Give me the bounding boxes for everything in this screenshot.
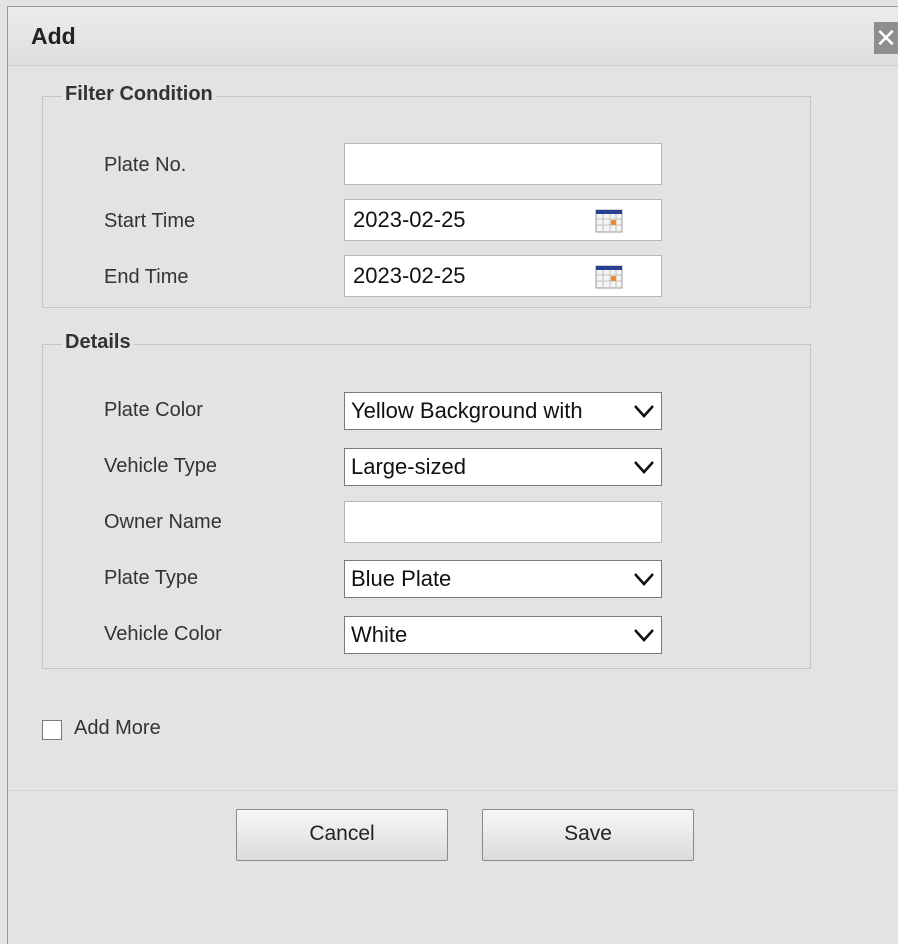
details-legend: Details — [62, 331, 134, 354]
plate-type-select[interactable]: Blue Plate — [344, 560, 662, 598]
start-time-value: 2023-02-25 — [353, 207, 466, 232]
vehicle-color-select[interactable]: White — [344, 616, 662, 654]
dialog-title: Add — [31, 23, 76, 49]
chevron-down-icon — [634, 461, 654, 474]
vehicle-color-label: Vehicle Color — [104, 623, 222, 645]
start-time-label: Start Time — [104, 210, 196, 232]
start-time-input[interactable]: 2023-02-25 — [344, 199, 662, 241]
vehicle-type-select[interactable]: Large-sized — [344, 448, 662, 486]
add-more-checkbox[interactable] — [42, 720, 62, 740]
vehicle-type-label: Vehicle Type — [104, 455, 218, 477]
end-time-value: 2023-02-25 — [353, 263, 466, 288]
chevron-down-icon — [634, 629, 654, 642]
add-more-label[interactable]: Add More — [74, 717, 161, 740]
close-button[interactable]: ✕ — [874, 22, 898, 54]
save-button[interactable]: Save — [482, 809, 694, 861]
calendar-icon[interactable] — [595, 209, 623, 233]
chevron-down-icon — [634, 405, 654, 418]
add-dialog: Add ✕ Filter Condition Plate No. Start T… — [7, 6, 898, 944]
close-icon: ✕ — [875, 23, 897, 53]
end-time-label: End Time — [104, 266, 189, 288]
plate-color-value: Yellow Background with — [351, 398, 583, 423]
vehicle-color-value: White — [351, 622, 408, 647]
owner-name-input[interactable] — [344, 501, 662, 543]
plate-no-input[interactable] — [344, 143, 662, 185]
plate-type-label: Plate Type — [104, 567, 199, 589]
dialog-titlebar: Add — [8, 7, 898, 66]
plate-color-select[interactable]: Yellow Background with — [344, 392, 662, 430]
end-time-input[interactable]: 2023-02-25 — [344, 255, 662, 297]
chevron-down-icon — [634, 573, 654, 586]
plate-color-label: Plate Color — [104, 399, 203, 421]
plate-no-label: Plate No. — [104, 154, 187, 176]
cancel-button[interactable]: Cancel — [236, 809, 448, 861]
plate-type-value: Blue Plate — [351, 566, 452, 591]
filter-condition-legend: Filter Condition — [62, 83, 216, 106]
footer-divider — [8, 790, 898, 791]
owner-name-label: Owner Name — [104, 511, 222, 533]
calendar-icon[interactable] — [595, 265, 623, 289]
vehicle-type-value: Large-sized — [351, 454, 466, 479]
